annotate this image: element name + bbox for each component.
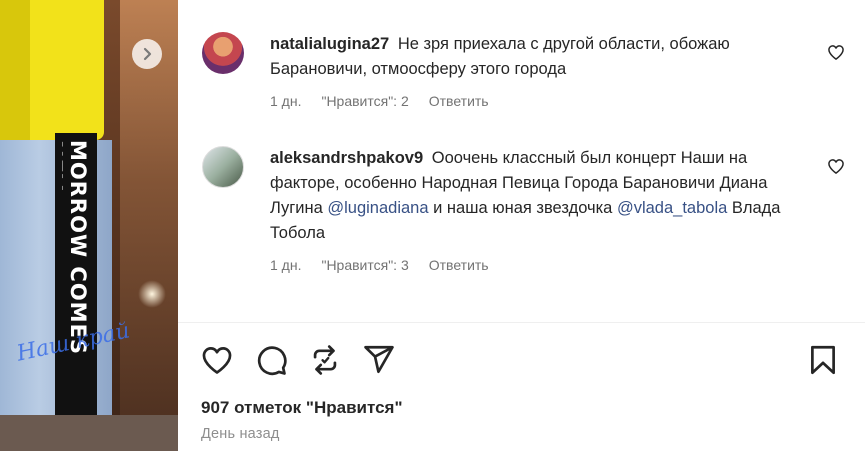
bookmark-icon[interactable]: [806, 343, 840, 377]
comment-age: 1 дн.: [270, 93, 302, 109]
post-photo[interactable]: MORROW COMES NEV Наш край: [0, 0, 178, 451]
comment-likes-count[interactable]: "Нравится": 2: [321, 93, 408, 109]
comment-meta: 1 дн. "Нравится": 3 Ответить: [270, 257, 489, 273]
comment-meta: 1 дн. "Нравится": 2 Ответить: [270, 93, 489, 109]
send-icon[interactable]: [362, 343, 396, 377]
photo-stripe-text: MORROW COMES NEV: [62, 140, 90, 356]
heart-icon[interactable]: [200, 343, 234, 377]
photo-glow: [138, 280, 166, 308]
avatar[interactable]: [202, 32, 244, 74]
comment-username[interactable]: aleksandrshpakov9: [270, 149, 423, 167]
chevron-right-icon: [143, 47, 152, 61]
repost-icon[interactable]: [308, 343, 342, 377]
next-photo-button[interactable]: [132, 39, 162, 69]
post-timestamp: День назад: [201, 426, 280, 442]
comment-likes-count[interactable]: "Нравится": 3: [321, 257, 408, 273]
comment-text: natalialugina27 Не зря приехала с другой…: [270, 32, 796, 82]
comment-username[interactable]: natalialugina27: [270, 35, 389, 53]
comment-like-heart-icon[interactable]: [826, 42, 846, 62]
reply-button[interactable]: Ответить: [429, 257, 489, 273]
photo-jacket-shade: [0, 0, 30, 140]
comment-age: 1 дн.: [270, 257, 302, 273]
divider: [178, 322, 865, 323]
mention-link[interactable]: @vlada_tabola: [617, 199, 727, 217]
action-bar: [200, 343, 396, 377]
photo-floor: [0, 415, 178, 451]
comment-message-part: и наша юная звездочка: [428, 199, 617, 217]
reply-button[interactable]: Ответить: [429, 93, 489, 109]
comments-panel: natalialugina27 Не зря приехала с другой…: [178, 0, 865, 451]
avatar[interactable]: [202, 146, 244, 188]
comment-icon[interactable]: [254, 343, 288, 377]
mention-link[interactable]: @luginadiana: [327, 199, 428, 217]
comment-like-heart-icon[interactable]: [826, 156, 846, 176]
likes-count[interactable]: 907 отметок "Нравится": [201, 398, 403, 418]
comment-text: aleksandrshpakov9 Ооочень классный был к…: [270, 146, 796, 246]
